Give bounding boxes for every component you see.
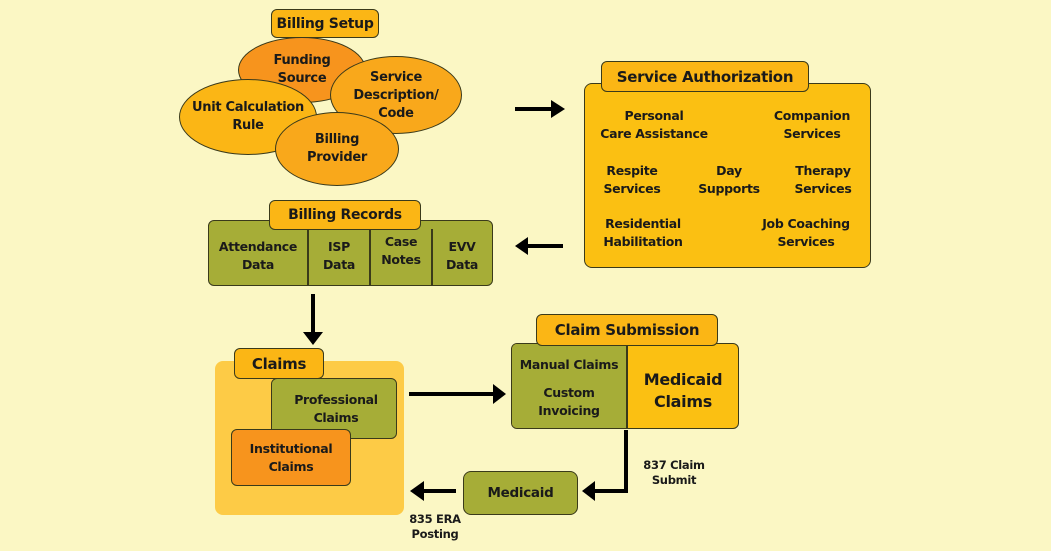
institutional-line2: Claims: [268, 458, 314, 474]
claim-submit-line1: 837 Claim: [643, 458, 705, 472]
records-isp[interactable]: ISP Data: [309, 227, 369, 285]
claim-submit-note: 837 Claim Submit: [636, 458, 712, 488]
service-label: Care Assistance: [600, 126, 708, 141]
service-job-coaching[interactable]: Job Coaching Services: [758, 215, 854, 251]
manual-claims[interactable]: Manual Claims: [512, 356, 626, 374]
medicaid-claims[interactable]: Medicaid Claims: [628, 344, 738, 428]
arrow-authorization-to-records: [515, 237, 563, 255]
cell-label: ISP: [328, 239, 350, 254]
custom-invoicing[interactable]: Custom Invoicing: [512, 384, 626, 420]
claim-submission-panel: Manual Claims Custom Invoicing Medicaid Cl…: [511, 343, 739, 429]
era-posting-line1: 835 ERA: [409, 512, 461, 526]
cell-label: Case: [384, 234, 418, 249]
claim-submission-title: Claim Submission: [536, 314, 718, 346]
institutional-claims-box[interactable]: Institutional Claims: [231, 429, 351, 486]
arrow-claims-to-submission: [409, 384, 506, 404]
professional-line2: Claims: [313, 409, 359, 425]
era-posting-note: 835 ERA Posting: [400, 512, 470, 542]
unit-calculation-line1: Unit Calculation: [191, 100, 305, 115]
billing-provider-line1: Billing: [314, 132, 360, 147]
custom-invoicing-line2: Invoicing: [538, 403, 600, 418]
cell-label: Notes: [381, 252, 421, 267]
service-day-supports[interactable]: Day Supports: [694, 162, 764, 198]
service-description-line2: Description/: [353, 88, 439, 103]
professional-line1: Professional: [294, 391, 378, 407]
claims-title: Claims: [234, 348, 324, 379]
service-label: Therapy: [795, 163, 851, 178]
records-evv[interactable]: EVV Data: [433, 227, 491, 285]
cell-label: Data: [322, 257, 356, 272]
service-label: Services: [777, 234, 835, 249]
medicaid-label: Medicaid: [487, 485, 554, 501]
cell-label: Attendance: [218, 239, 298, 254]
flow-arrows: [303, 100, 628, 501]
billing-setup-title: Billing Setup: [271, 9, 379, 38]
service-label: Residential: [605, 216, 681, 231]
billing-provider-ellipse[interactable]: Billing Provider: [275, 112, 399, 186]
cell-label: Data: [241, 257, 274, 272]
service-label: Job Coaching: [762, 216, 850, 231]
institutional-line1: Institutional: [249, 440, 333, 456]
arrow-records-to-claims: [303, 294, 323, 345]
arrow-submission-to-medicaid: [582, 430, 628, 501]
service-label: Services: [603, 181, 661, 196]
cell-label: EVV: [448, 239, 476, 254]
arrow-medicaid-to-claims: [410, 481, 456, 501]
service-respite[interactable]: Respite Services: [596, 162, 668, 198]
custom-invoicing-line1: Custom: [543, 385, 595, 400]
unit-calculation-line2: Rule: [232, 118, 264, 133]
service-label: Services: [783, 126, 841, 141]
service-label: Respite: [606, 163, 658, 178]
records-attendance[interactable]: Attendance Data: [209, 227, 307, 285]
billing-records-title: Billing Records: [269, 200, 421, 230]
era-posting-line2: Posting: [411, 527, 459, 541]
service-label: Companion: [773, 108, 851, 123]
service-authorization-title: Service Authorization: [601, 61, 809, 92]
service-description-line3: Code: [378, 106, 414, 121]
service-label: Supports: [698, 181, 760, 196]
service-label: Day: [716, 163, 742, 178]
billing-provider-line2: Provider: [307, 150, 367, 165]
service-residential[interactable]: Residential Habilitation: [598, 215, 688, 251]
service-label: Personal: [624, 108, 684, 123]
medicaid-claims-line1: Medicaid: [643, 370, 723, 389]
medicaid-box[interactable]: Medicaid: [463, 471, 578, 515]
service-label: Habilitation: [603, 234, 683, 249]
service-personal-care[interactable]: Personal Care Assistance: [598, 107, 710, 143]
medicaid-claims-line2: Claims: [654, 392, 712, 411]
funding-source-line2: Source: [277, 71, 327, 86]
service-description-line1: Service: [370, 70, 422, 85]
service-companion[interactable]: Companion Services: [762, 107, 862, 143]
service-therapy[interactable]: Therapy Services: [788, 162, 858, 198]
arrow-setup-to-authorization: [515, 100, 565, 118]
funding-source-line1: Funding: [273, 53, 331, 68]
service-label: Services: [794, 181, 852, 196]
claim-submit-line2: Submit: [651, 473, 697, 487]
cell-label: Data: [445, 257, 479, 272]
